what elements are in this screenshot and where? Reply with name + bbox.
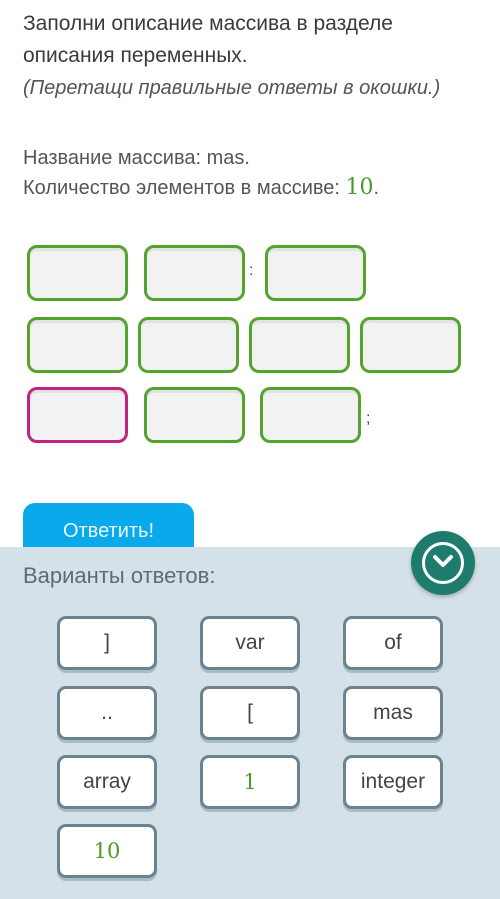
drop-slot-6[interactable] [249,317,350,373]
array-count-line: Количество элементов в массиве: 10. [23,173,379,203]
array-count-suffix: . [373,177,380,199]
drop-slot-2[interactable] [144,245,245,301]
array-count-value: 10 [345,175,374,200]
option-integer[interactable]: integer [343,755,443,809]
option-array[interactable]: array [57,755,157,809]
option-10[interactable]: 10 [57,824,157,878]
semicolon-separator: ; [366,410,371,427]
drop-slot-10[interactable] [260,387,361,443]
drop-slot-7[interactable] [360,317,461,373]
option-var[interactable]: var [200,616,300,670]
option-close-bracket[interactable]: ] [57,616,157,670]
option-open-bracket[interactable]: [ [200,686,300,740]
option-range-dots[interactable]: .. [57,686,157,740]
option-mas[interactable]: mas [343,686,443,740]
question-title: Заполни описание массива в разделе описа… [23,12,393,67]
chevron-down-icon [433,555,453,567]
drop-slot-5[interactable] [138,317,239,373]
colon-separator: : [249,262,254,279]
option-1[interactable]: 1 [200,755,300,809]
collapse-panel-button[interactable] [411,531,475,595]
array-count-label: Количество элементов в массиве: [23,177,346,199]
array-name-label: Название массива: mas. [23,147,250,169]
options-panel-title: Варианты ответов: [23,563,216,588]
drop-slot-4[interactable] [27,317,128,373]
drop-slot-3[interactable] [265,245,366,301]
question-hint: (Перетащи правильные ответы в окошки.) [23,77,441,99]
drop-slot-8-active[interactable] [27,387,128,443]
option-of[interactable]: of [343,616,443,670]
drop-slot-9[interactable] [144,387,245,443]
drop-slot-1[interactable] [27,245,128,301]
